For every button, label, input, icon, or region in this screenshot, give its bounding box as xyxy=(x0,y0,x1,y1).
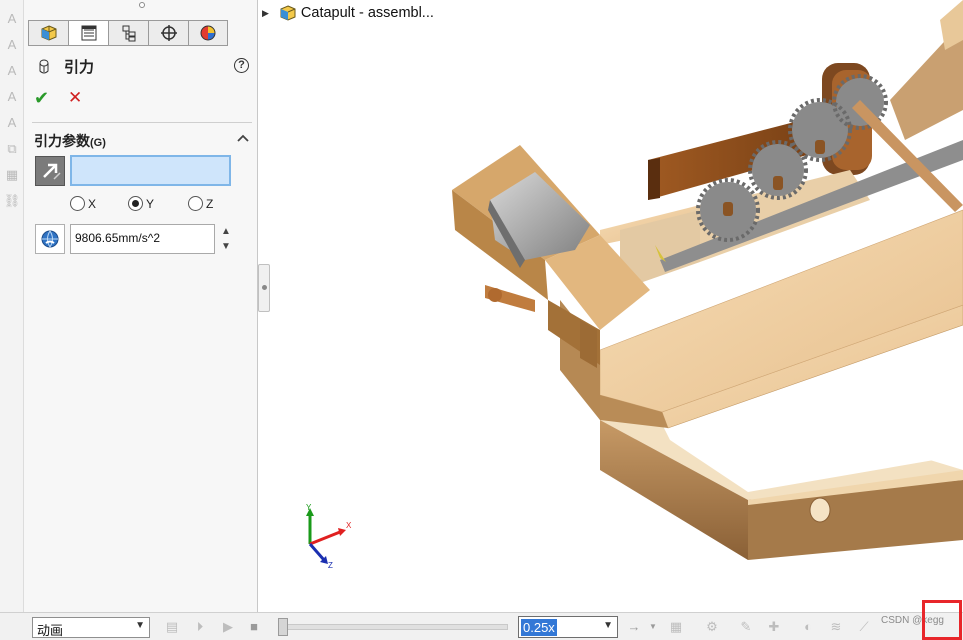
tab-property-manager[interactable] xyxy=(68,20,108,46)
feature-tree-icon xyxy=(41,25,56,41)
triad-z-label: Z xyxy=(328,561,333,570)
triad-y-label: Y xyxy=(306,503,312,512)
property-manager: 引力 ? ✔ ✕ 引力参数(G) X Y Z 9806.65mm/s^2 ▲ ▼ xyxy=(24,0,258,612)
save-animation-icon[interactable]: ▦ xyxy=(668,619,684,635)
group-title: 引力参数(G) xyxy=(34,131,106,151)
left-toolstrip: A A A A A ⧉ ▦ ⛓ xyxy=(0,0,24,612)
edit-icon[interactable]: A xyxy=(3,36,21,54)
crosshair-icon xyxy=(160,25,177,41)
feature-tree-root[interactable]: ▶ Catapult - assembl... xyxy=(262,2,434,24)
stop-icon[interactable]: ■ xyxy=(246,619,262,635)
reference-triad: Y X Z xyxy=(306,503,352,570)
axis-x-option[interactable]: X xyxy=(70,196,96,211)
spin-up-icon[interactable]: ▲ xyxy=(219,224,233,239)
triad-x-label: X xyxy=(346,521,352,530)
property-icon xyxy=(81,25,96,41)
gravity-icon xyxy=(39,59,49,74)
play-icon[interactable]: ▶ xyxy=(220,619,236,635)
sketch-icon[interactable]: A xyxy=(3,10,21,28)
group-title-label: 引力参数 xyxy=(34,133,90,149)
tab-display-manager[interactable] xyxy=(188,20,228,46)
pattern-icon[interactable]: ▦ xyxy=(3,166,21,184)
gravity-units-button[interactable] xyxy=(35,224,65,254)
assembly-name: Catapult - assembl... xyxy=(300,5,434,21)
playback-speed-select[interactable]: 0.25x ▼ xyxy=(518,616,618,638)
spring-icon[interactable]: ≋ xyxy=(828,619,844,635)
damper-icon[interactable]: ⟋ xyxy=(856,619,872,635)
reverse-direction-button[interactable] xyxy=(35,156,65,186)
annotation-icon[interactable]: A xyxy=(3,114,21,132)
copy-icon[interactable]: ⧉ xyxy=(3,140,21,158)
axis-z-label: Z xyxy=(206,196,214,211)
cancel-button[interactable]: ✕ xyxy=(68,88,88,108)
radio-x[interactable] xyxy=(70,196,85,211)
study-type-value: 动画 xyxy=(37,623,64,638)
expand-arrow-icon[interactable]: ▶ xyxy=(262,8,269,19)
motion-study-toolbar: 动画 ▼ ▤ ⏵ ▶ ■ 0.25x ▼ → ▼ ▦ ⚙ ✎ ✚ ◐ ≋ ⟋ xyxy=(0,612,963,640)
assembly-icon xyxy=(280,5,296,21)
axis-y-option[interactable]: Y xyxy=(128,196,154,211)
appearance-icon xyxy=(200,25,216,41)
panel-grip[interactable] xyxy=(139,2,145,8)
configuration-icon xyxy=(122,25,135,42)
section-divider xyxy=(32,122,252,123)
radio-y[interactable] xyxy=(128,196,143,211)
group-shortcut: (G) xyxy=(90,137,106,149)
play-from-start-icon[interactable]: ⏵ xyxy=(192,619,208,635)
add-key-icon[interactable]: ✚ xyxy=(766,619,782,635)
chevron-down-icon[interactable]: ▼ xyxy=(648,619,658,635)
direction-arrow-icon xyxy=(43,163,61,180)
feature-title-row: 引力 ? xyxy=(34,56,249,78)
feature-title: 引力 xyxy=(64,59,95,76)
axis-y-label: Y xyxy=(146,196,155,211)
upright-post[interactable] xyxy=(890,0,963,140)
chevron-down-icon: ▼ xyxy=(603,620,613,631)
note-icon[interactable]: A xyxy=(3,62,21,80)
study-type-select[interactable]: 动画 ▼ xyxy=(32,617,150,638)
animation-wizard-icon[interactable]: ⚙ xyxy=(704,619,720,635)
manager-tabs xyxy=(28,20,228,46)
tab-dimxpert-manager[interactable] xyxy=(148,20,188,46)
solidworks-window: A A A A A ⧉ ▦ ⛓ 引力 ? ✔ ✕ 引力参数(G) X Y Z 9… xyxy=(0,0,963,640)
globe-link-icon xyxy=(41,230,59,248)
calculate-icon[interactable]: ▤ xyxy=(164,619,180,635)
axis-z-option[interactable]: Z xyxy=(188,196,213,211)
tab-configuration-manager[interactable] xyxy=(108,20,148,46)
link-icon[interactable]: ⛓ xyxy=(3,192,21,210)
timeline-slider-thumb[interactable] xyxy=(278,618,288,636)
ok-button[interactable]: ✔ xyxy=(34,88,54,108)
gravity-spinner[interactable]: ▲ ▼ xyxy=(219,224,233,254)
direction-reference-field[interactable] xyxy=(70,155,231,186)
chevron-up-icon[interactable] xyxy=(237,132,249,144)
autokey-icon[interactable]: ✎ xyxy=(738,619,754,635)
axis-x-label: X xyxy=(88,196,97,211)
help-icon[interactable]: ? xyxy=(234,58,249,73)
timeline-slider-track[interactable] xyxy=(280,624,508,630)
tab-feature-manager[interactable] xyxy=(28,20,68,46)
chevron-down-icon: ▼ xyxy=(135,620,145,631)
playback-speed-value: 0.25x xyxy=(521,619,557,636)
playback-mode-icon[interactable]: → xyxy=(626,619,642,635)
add-note-icon[interactable]: A xyxy=(3,88,21,106)
gravity-value-field[interactable]: 9806.65mm/s^2 xyxy=(70,224,215,254)
gravity-button-highlight[interactable] xyxy=(922,600,962,640)
spin-down-icon[interactable]: ▼ xyxy=(219,239,233,254)
motor-icon[interactable]: ◐ xyxy=(800,619,816,635)
radio-z[interactable] xyxy=(188,196,203,211)
